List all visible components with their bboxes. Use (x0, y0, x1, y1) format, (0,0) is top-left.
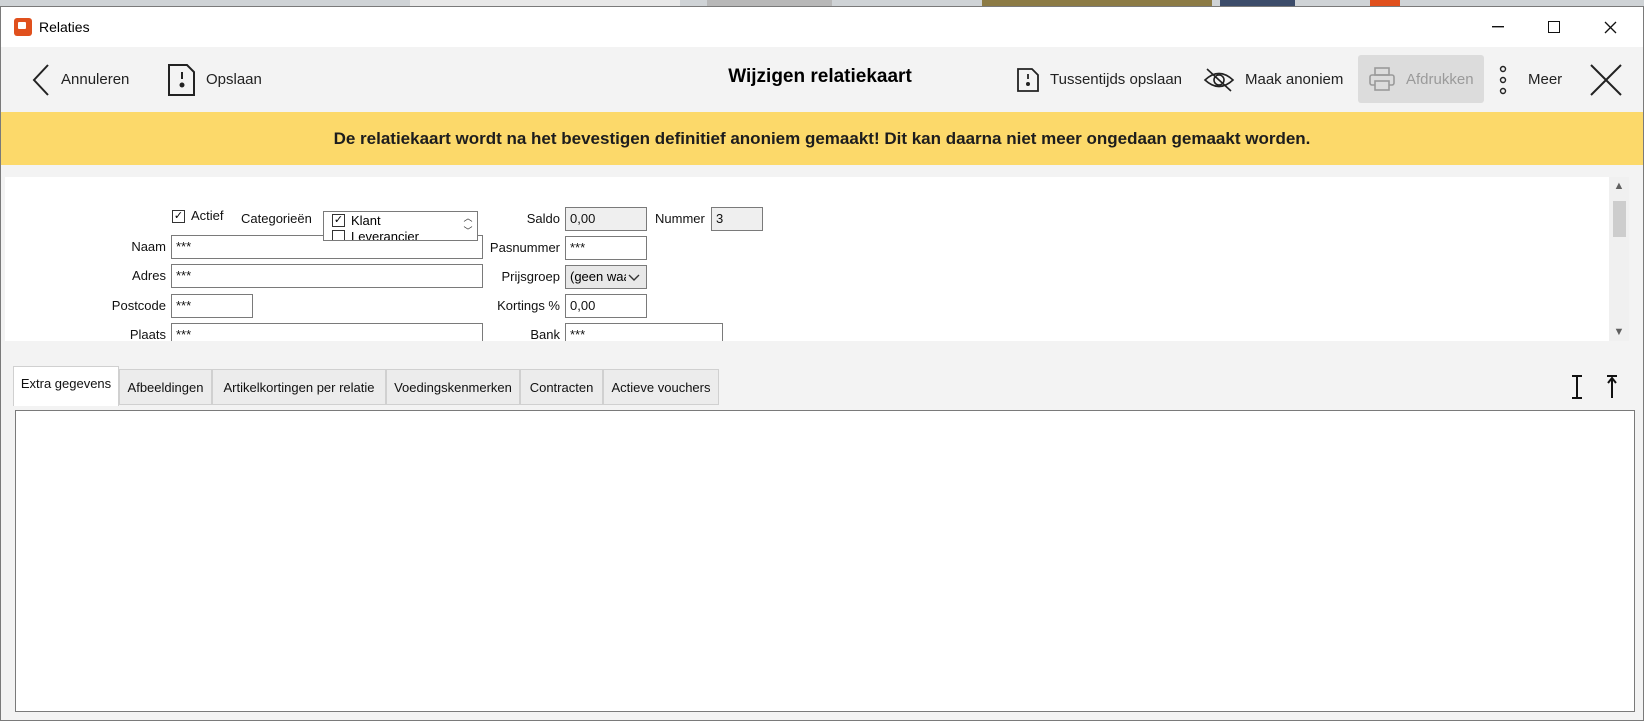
relaties-window: Relaties Annuleren Opslaan Wijzigen rela… (0, 6, 1644, 721)
price-group-label: Prijsgroep (501, 269, 560, 284)
bank-field[interactable]: *** (565, 323, 723, 341)
maximize-icon (1548, 21, 1560, 33)
chevron-up-icon[interactable]: ︿ (459, 212, 477, 225)
cancel-label: Annuleren (61, 71, 130, 88)
interim-save-button[interactable]: Tussentijds opslaan (1016, 47, 1182, 112)
minimize-icon (1492, 26, 1504, 28)
form-scrollbar[interactable]: ▲ ▼ (1609, 177, 1629, 341)
window-close-button[interactable] (1582, 7, 1638, 47)
category-item-klant[interactable]: ✓ Klant (332, 213, 381, 228)
chevron-down-icon (628, 274, 640, 281)
printer-icon (1369, 67, 1395, 91)
address-label: Adres (132, 268, 166, 283)
tab-extra-gegevens[interactable]: Extra gegevens (13, 366, 119, 406)
relation-form: ✓ Actief Categorieën Naam *** Adres *** … (5, 177, 1625, 341)
save-document-icon (1017, 67, 1039, 92)
tab-contracten[interactable]: Contracten (520, 369, 603, 405)
category-checkbox[interactable]: ✓ (332, 214, 345, 227)
tab-content-panel (15, 410, 1635, 712)
price-group-select[interactable]: (geen waarde) (565, 265, 647, 289)
scroll-thumb[interactable] (1613, 201, 1626, 237)
discount-field[interactable]: 0,00 (565, 294, 647, 318)
vertical-dots-icon (1499, 65, 1507, 94)
anonymize-label: Maak anoniem (1245, 71, 1344, 88)
anonymize-warning-banner: De relatiekaart wordt na het bevestigen … (1, 112, 1643, 165)
print-label: Afdrukken (1406, 70, 1474, 88)
window-title: Relaties (39, 19, 90, 35)
close-x-icon (1590, 63, 1622, 96)
pass-number-label: Pasnummer (489, 240, 560, 255)
active-checkbox[interactable]: ✓ (172, 210, 185, 223)
balance-label: Saldo (526, 211, 560, 226)
minimize-button[interactable] (1470, 7, 1526, 47)
address-field[interactable]: *** (171, 264, 483, 288)
more-label: Meer (1528, 71, 1563, 88)
save-label: Opslaan (206, 71, 262, 88)
interim-save-label: Tussentijds opslaan (1050, 71, 1183, 88)
close-icon (1604, 21, 1616, 33)
balance-field: 0,00 (565, 207, 647, 231)
price-group-value: (geen waarde) (570, 269, 626, 284)
app-logo-icon (14, 18, 32, 36)
tab-afbeeldingen[interactable]: Afbeeldingen (119, 369, 212, 405)
anonymize-button[interactable]: Maak anoniem (1203, 47, 1343, 112)
listbox-scrollbar[interactable]: ︿ ﹀ (459, 212, 477, 240)
close-form-button[interactable] (1589, 47, 1623, 112)
toolbar: Annuleren Opslaan Wijzigen relatiekaart … (1, 47, 1643, 112)
cancel-button[interactable]: Annuleren (31, 47, 129, 112)
collapse-panel-icon[interactable] (1605, 374, 1619, 406)
tab-artikelkortingen[interactable]: Artikelkortingen per relatie (212, 369, 386, 405)
save-document-icon (168, 63, 195, 96)
name-label: Naam (131, 239, 166, 254)
bank-label: Bank (530, 327, 560, 341)
number-label: Nummer (655, 211, 705, 226)
print-button[interactable]: Afdrukken (1358, 55, 1484, 103)
postcode-field[interactable]: *** (171, 294, 253, 318)
city-label: Plaats (129, 327, 166, 341)
categories-label: Categorieën (241, 211, 312, 226)
scroll-up-icon[interactable]: ▲ (1609, 177, 1629, 195)
tab-voedingskenmerken[interactable]: Voedingskenmerken (386, 369, 520, 405)
chevron-left-icon (32, 63, 49, 96)
number-field: 3 (711, 207, 763, 231)
eye-off-icon (1203, 67, 1235, 92)
tab-actieve-vouchers[interactable]: Actieve vouchers (603, 369, 719, 405)
category-item-leverancier[interactable]: Leverancier (332, 229, 419, 241)
title-bar: Relaties (1, 7, 1643, 47)
category-label: Leverancier (351, 229, 419, 241)
maximize-button[interactable] (1526, 7, 1582, 47)
detail-tabs: Extra gegevens Afbeeldingen Artikelkorti… (5, 352, 1639, 720)
active-label: Actief (191, 208, 224, 223)
categories-listbox[interactable]: ✓ Klant Leverancier ︿ ﹀ (323, 211, 478, 241)
more-button[interactable]: Meer (1498, 47, 1562, 112)
postcode-label: Postcode (111, 298, 166, 313)
pass-number-field[interactable]: *** (565, 236, 647, 260)
city-field[interactable]: *** (171, 323, 483, 341)
save-button[interactable]: Opslaan (166, 47, 262, 112)
category-checkbox[interactable] (332, 230, 345, 240)
banner-text: De relatiekaart wordt na het bevestigen … (333, 128, 1311, 148)
discount-label: Kortings % (497, 298, 560, 313)
resize-panel-icon[interactable] (1570, 374, 1584, 406)
category-label: Klant (351, 213, 381, 228)
scroll-down-icon[interactable]: ▼ (1609, 323, 1629, 341)
chevron-down-icon[interactable]: ﹀ (459, 225, 477, 238)
